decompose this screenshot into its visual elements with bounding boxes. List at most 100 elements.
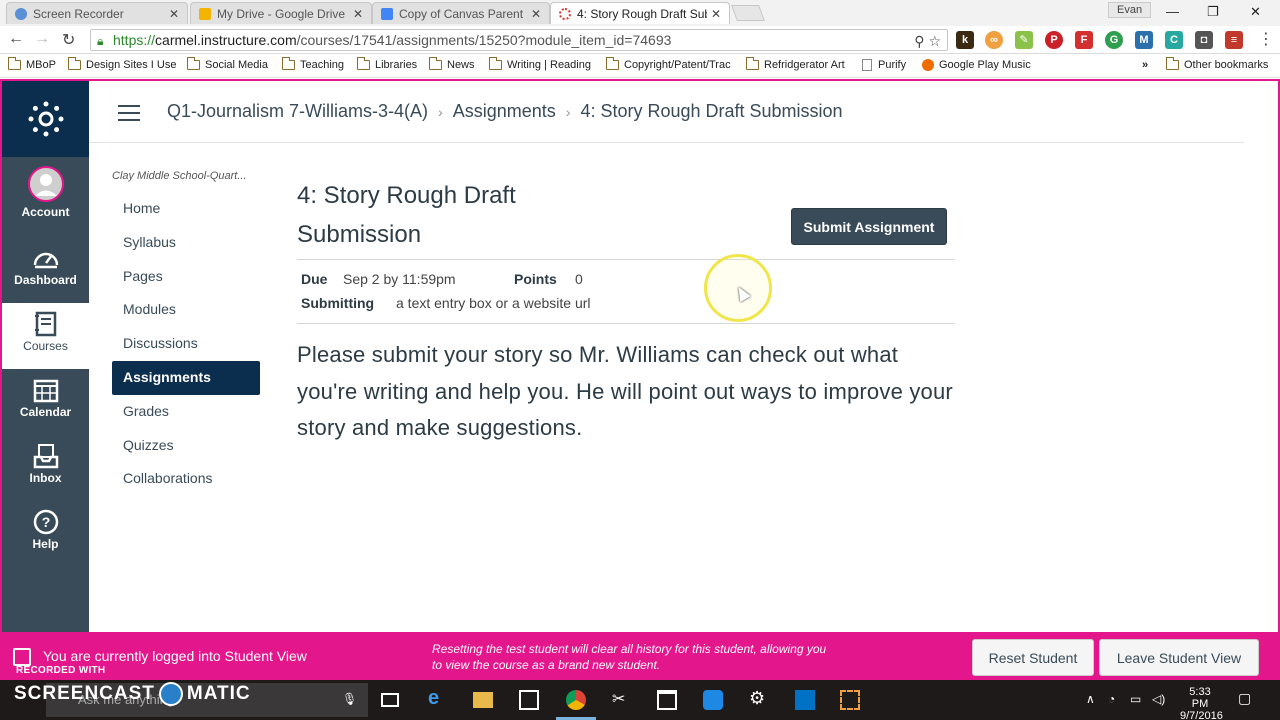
global-nav-courses[interactable]: Courses [2, 303, 89, 369]
avatar-icon [27, 166, 64, 202]
new-tab-button[interactable] [731, 5, 765, 21]
extension-m-icon[interactable]: M [1135, 31, 1153, 49]
restore-icon[interactable]: ❐ [1207, 4, 1219, 20]
assignment-content: 4: Story Rough Draft Submission Submit A… [297, 176, 957, 440]
file-explorer-icon[interactable] [473, 692, 493, 708]
global-nav-calendar[interactable]: Calendar [2, 369, 89, 435]
browser-tab-active[interactable]: 4: Story Rough Draft Subm ✕ [550, 2, 730, 24]
minimize-icon[interactable]: — [1166, 4, 1179, 19]
extension-flag-icon[interactable]: ≡ [1225, 31, 1243, 49]
close-tab-icon[interactable]: ✕ [169, 7, 179, 21]
chrome-menu-icon[interactable]: ⋮ [1258, 29, 1274, 49]
settings-icon[interactable]: ⚙ [749, 688, 769, 708]
course-nav: Clay Middle School-Quart... Home Syllabu… [112, 170, 260, 496]
assignment-description: Please submit your story so Mr. Williams… [297, 342, 953, 441]
course-menu-toggle-icon[interactable] [118, 105, 140, 121]
course-nav-assignments[interactable]: Assignments [112, 360, 260, 395]
points-label: Points [514, 271, 557, 287]
forward-icon[interactable]: → [34, 30, 50, 48]
folder-icon [746, 57, 759, 70]
bookmark-social-media[interactable]: Social Media [187, 57, 268, 71]
pinterest-icon[interactable]: P [1045, 31, 1063, 49]
chrome-icon[interactable] [566, 690, 586, 710]
breadcrumb-course-link[interactable]: Q1-Journalism 7-Williams-3-4(A) [167, 101, 428, 121]
back-icon[interactable]: ← [8, 30, 24, 48]
messenger-icon[interactable] [703, 690, 723, 710]
course-nav-home[interactable]: Home [112, 192, 260, 226]
inbox-icon [33, 444, 58, 469]
tray-chevron-icon[interactable]: ∧ [1086, 692, 1095, 706]
bookmark-purify[interactable]: Purify [862, 59, 906, 71]
assignment-details: Due Sep 2 by 11:59pm Points 0 Submitting… [297, 259, 955, 324]
extension-shield-icon[interactable]: ◘ [1195, 31, 1213, 49]
bookmarks-overflow[interactable]: » [1142, 59, 1148, 71]
reload-icon[interactable]: ↻ [62, 30, 75, 50]
outlook-icon[interactable] [795, 690, 815, 710]
bookmark-refridgerator-art[interactable]: Refridgerator Art [746, 57, 845, 71]
screencast-icon[interactable] [840, 690, 860, 710]
browser-user[interactable]: Evan [1108, 2, 1152, 18]
bookmark-writing-reading[interactable]: Writing | Reading [489, 57, 591, 71]
course-nav-grades[interactable]: Grades [112, 395, 260, 429]
extension-c-icon[interactable]: C [1165, 31, 1183, 49]
bookmark-mbop[interactable]: MBoP [8, 57, 56, 71]
network-icon[interactable]: ◔ [1108, 692, 1115, 706]
global-nav-inbox[interactable]: Inbox [2, 435, 89, 501]
clock-date: 9/7/2016 [1180, 710, 1223, 720]
global-nav-account[interactable]: Account [2, 161, 89, 227]
close-window-icon[interactable]: ✕ [1250, 4, 1261, 20]
course-nav-discussions[interactable]: Discussions [112, 327, 260, 361]
bookmark-teaching[interactable]: Teaching [282, 57, 344, 71]
folder-icon [357, 57, 370, 70]
zoom-star-icons[interactable]: ⚲ ☆ [914, 31, 941, 50]
extension-honey-icon[interactable]: ∞ [985, 31, 1003, 49]
extension-leaf-icon[interactable]: ✎ [1015, 31, 1033, 49]
bookmark-news[interactable]: News [429, 57, 475, 71]
course-nav-syllabus[interactable]: Syllabus [112, 226, 260, 260]
close-tab-icon[interactable]: ✕ [711, 7, 721, 21]
canvas-logo[interactable] [2, 81, 89, 157]
browser-tab-canvas-parent[interactable]: Copy of Canvas Parent Em ✕ [372, 2, 550, 24]
extension-grammar-icon[interactable]: G [1105, 31, 1123, 49]
browser-tab-screen-recorder[interactable]: Screen Recorder ✕ [6, 2, 188, 24]
breadcrumb-separator: › [565, 104, 571, 120]
submitting-label: Submitting [301, 295, 375, 311]
course-nav-modules[interactable]: Modules [112, 293, 260, 327]
submitting-value: a text entry box or a website url [396, 295, 591, 311]
clock[interactable]: 5:33 PM 9/7/2016 [1180, 686, 1223, 720]
course-nav-pages[interactable]: Pages [112, 260, 260, 294]
bookmark-copyright[interactable]: Copyright/Patent/Trac [606, 57, 731, 71]
address-bar[interactable]: 🔒︎ https://carmel.instructure.com/course… [90, 29, 948, 51]
bookmark-google-play-music[interactable]: Google Play Music [922, 59, 1031, 71]
global-nav-help[interactable]: ? Help [2, 501, 89, 567]
action-center-icon[interactable]: ▢ [1238, 690, 1251, 707]
submit-assignment-button[interactable]: Submit Assignment [791, 208, 947, 245]
breadcrumb-assignments-link[interactable]: Assignments [453, 101, 556, 121]
close-tab-icon[interactable]: ✕ [353, 7, 363, 21]
calendar-app-icon[interactable] [657, 690, 677, 710]
clock-time: 5:33 PM [1189, 686, 1211, 710]
power-icon[interactable]: ▭ [1130, 692, 1141, 706]
browser-tab-google-drive[interactable]: My Drive - Google Drive ✕ [190, 2, 372, 24]
due-value: Sep 2 by 11:59pm [343, 271, 456, 287]
edge-icon[interactable]: e [428, 687, 448, 709]
microphone-icon[interactable]: 🎙︎ [342, 692, 357, 706]
volume-icon[interactable]: ◁) [1152, 692, 1165, 706]
store-icon[interactable] [519, 690, 539, 710]
course-nav-quizzes[interactable]: Quizzes [112, 429, 260, 463]
due-label: Due [301, 271, 328, 287]
bookmark-design-sites[interactable]: Design Sites I Use [68, 57, 176, 71]
snipping-tool-icon[interactable]: ✂ [612, 689, 632, 709]
task-view-icon[interactable] [381, 693, 399, 707]
close-tab-icon[interactable]: ✕ [531, 7, 541, 21]
extension-k-icon[interactable]: k [956, 31, 974, 49]
svg-text:?: ? [41, 514, 50, 530]
flipboard-icon[interactable]: F [1075, 31, 1093, 49]
calendar-icon [33, 379, 58, 403]
course-nav-collaborations[interactable]: Collaborations [112, 462, 260, 496]
global-nav-dashboard[interactable]: Dashboard [2, 237, 89, 303]
leave-student-view-button[interactable]: Leave Student View [1099, 639, 1259, 676]
bookmark-libraries[interactable]: Libraries [357, 57, 417, 71]
reset-student-button[interactable]: Reset Student [972, 639, 1094, 676]
bookmark-other[interactable]: Other bookmarks [1166, 57, 1268, 71]
